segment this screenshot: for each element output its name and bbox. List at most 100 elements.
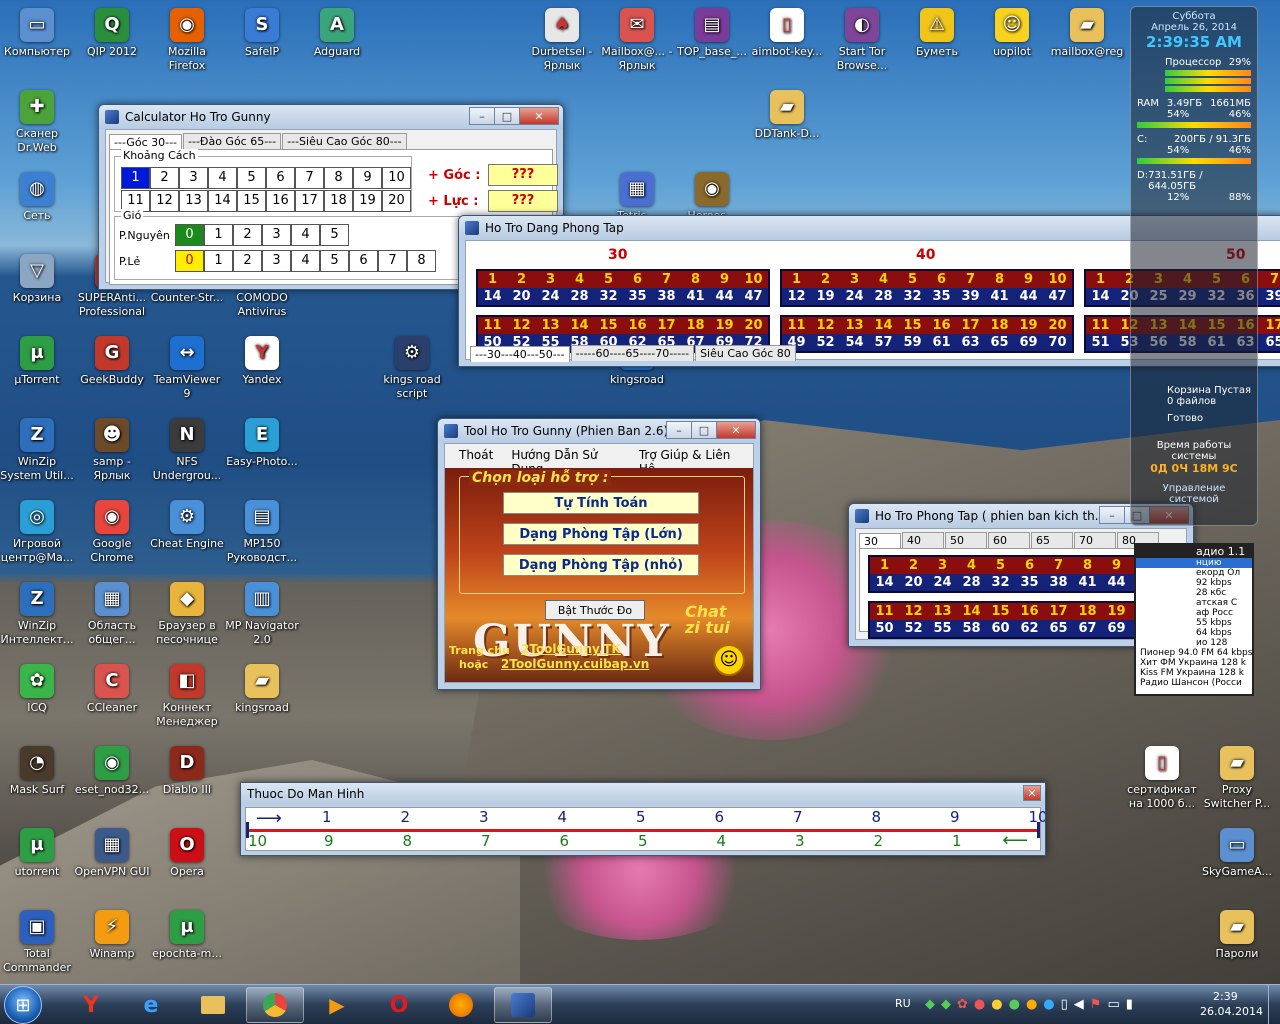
desktop-icon[interactable]: S SafeIP <box>224 8 300 59</box>
desktop-icon[interactable]: C CCleaner <box>74 664 150 715</box>
tray-app5-icon[interactable]: ● <box>1026 997 1037 1012</box>
desktop-icon[interactable]: ◉ Google Chrome <box>74 500 150 565</box>
distance-cell[interactable]: 2 <box>150 167 179 189</box>
maximize-button[interactable]: □ <box>494 107 520 125</box>
desktop-icon[interactable]: ▥ MP Navigator 2.0 <box>224 582 300 647</box>
wind-integer-cell[interactable]: 3 <box>262 224 291 246</box>
radio-station[interactable]: Хит ФМ Украина 128 k <box>1136 658 1252 668</box>
desktop-icon[interactable]: ▦ OpenVPN GUI <box>74 828 150 879</box>
desktop-icon[interactable]: ▣ Total Commander <box>0 910 75 975</box>
distance-cell[interactable]: 20 <box>382 190 411 212</box>
wind-decimal-cell[interactable]: 5 <box>320 250 349 272</box>
radio-station[interactable]: ио 128 <box>1136 638 1252 648</box>
distance-cell[interactable]: 15 <box>237 190 266 212</box>
tray-app2-icon[interactable]: ● <box>974 997 985 1012</box>
desktop-icon[interactable]: D Diablo III <box>149 746 225 797</box>
distance-cell[interactable]: 13 <box>179 190 208 212</box>
distance-cell[interactable]: 6 <box>266 167 295 189</box>
distance-cell[interactable]: 8 <box>324 167 353 189</box>
maximize-button[interactable]: □ <box>691 421 717 439</box>
desktop-icon[interactable]: ▭ Компьютер <box>0 8 75 59</box>
desktop-icon[interactable]: ✿ ICQ <box>0 664 75 715</box>
desktop-icon[interactable]: ▯ сертификат на 1000 б... <box>1124 746 1200 811</box>
desktop-icon[interactable]: ▽ Корзина <box>0 254 75 305</box>
minimize-button[interactable]: – <box>469 107 495 125</box>
bat-thuoc-do-button[interactable]: Bật Thước Đo <box>545 600 645 620</box>
show-desktop-button[interactable] <box>1268 985 1280 1024</box>
radio-station[interactable]: Радио Шансон (Росси <box>1136 678 1252 688</box>
wind-integer-cell[interactable]: 0 <box>175 224 204 246</box>
radio-station[interactable]: аф Росс <box>1136 608 1252 618</box>
desktop-icon[interactable]: µ epochta-m... <box>149 910 225 961</box>
radio-station[interactable]: Kiss FM Украина 128 k <box>1136 668 1252 678</box>
close-button[interactable]: ✕ <box>519 107 559 125</box>
desktop-icon[interactable]: ♠ Durbetsel - Ярлык <box>524 8 600 73</box>
desktop-icon[interactable]: ◍ Сеть <box>0 172 75 223</box>
radio-station-list[interactable]: нцию екорд Ол 92 kbps 28 кбс атская Саф Росс… <box>1136 558 1252 688</box>
tray-app3-icon[interactable]: ● <box>991 997 1002 1012</box>
calculator-titlebar[interactable]: Calculator Ho Tro Gunny – □ ✕ <box>99 105 563 129</box>
taskbar-opera[interactable]: O <box>370 987 428 1023</box>
close-button[interactable]: ✕ <box>1023 785 1041 801</box>
wind-decimal-cell[interactable]: 6 <box>349 250 378 272</box>
wind-decimal-cell[interactable]: 7 <box>378 250 407 272</box>
distance-cell[interactable]: 19 <box>353 190 382 212</box>
taskbar-chrome[interactable] <box>246 987 304 1023</box>
tab-60-65-70[interactable]: -----60----65----70----- <box>570 345 695 361</box>
tab-angle[interactable]: 60 <box>988 532 1030 548</box>
distance-cell[interactable]: 16 <box>266 190 295 212</box>
wind-decimal-cell[interactable]: 2 <box>233 250 262 272</box>
desktop-icon[interactable]: ⚙ kings road script <box>374 336 450 401</box>
tray-monitor-icon[interactable]: ▭ <box>1107 997 1119 1012</box>
tab-angle[interactable]: 70 <box>1074 532 1116 548</box>
distance-cell[interactable]: 1 <box>121 167 150 189</box>
tab-angle[interactable]: 50 <box>945 532 987 548</box>
taskbar-gunny-tool[interactable] <box>494 987 552 1023</box>
distance-cell[interactable]: 10 <box>382 167 411 189</box>
wind-decimal-cell[interactable]: 8 <box>407 250 436 272</box>
distance-cell[interactable]: 3 <box>179 167 208 189</box>
link-tk[interactable]: 2ToolGunny.TK <box>521 642 621 656</box>
tray-network-icon[interactable]: ▯ <box>1061 997 1068 1012</box>
desktop-icon[interactable]: ▰ mailbox@reg <box>1049 8 1125 59</box>
taskbar-yandex[interactable]: Y <box>62 987 120 1023</box>
tab-sieu-cao-80[interactable]: Siêu Cao Góc 80 <box>695 345 796 361</box>
desktop-icon[interactable]: ⚙ Cheat Engine <box>149 500 225 551</box>
link-cuibap[interactable]: 2ToolGunny.cuibap.vn <box>501 657 649 671</box>
tray-app6-icon[interactable]: ● <box>1043 997 1054 1012</box>
start-button[interactable]: ⊞ <box>4 986 42 1024</box>
wind-decimal-cell[interactable]: 3 <box>262 250 291 272</box>
desktop-icon[interactable]: ⚡ Winamp <box>74 910 150 961</box>
desktop-icon[interactable]: µ µTorrent <box>0 336 75 387</box>
distance-cell[interactable]: 12 <box>150 190 179 212</box>
desktop-icon[interactable]: N NFS Undergrou... <box>149 418 225 483</box>
distance-cell[interactable]: 7 <box>295 167 324 189</box>
wind-decimal-cell[interactable]: 1 <box>204 250 233 272</box>
desktop-icon[interactable]: E Easy-Photo... <box>224 418 300 469</box>
desktop-icon[interactable]: ◉ eset_nod32... <box>74 746 150 797</box>
distance-cell[interactable]: 18 <box>324 190 353 212</box>
desktop-icon[interactable]: ✉ Mailbox@... - Ярлык <box>599 8 675 73</box>
desktop-icon[interactable]: ◔ Mask Surf <box>0 746 75 797</box>
desktop-icon[interactable]: ✚ Сканер Dr.Web <box>0 90 75 155</box>
desktop-icon[interactable]: ⚠ Буметь <box>899 8 975 59</box>
desktop-icon[interactable]: ◆ Браузер в песочнице <box>149 582 225 647</box>
language-indicator[interactable]: RU <box>895 997 911 1010</box>
taskbar-media[interactable]: ▶ <box>308 987 366 1023</box>
tray-adguard-icon[interactable]: ◆ <box>941 997 951 1012</box>
distance-cell[interactable]: 5 <box>237 167 266 189</box>
minimize-button[interactable]: – <box>1099 506 1125 524</box>
tray-app-icon[interactable]: ✿ <box>957 997 968 1012</box>
tray-signal-icon[interactable]: ▮ <box>1126 997 1133 1012</box>
tray-flag-icon[interactable]: ⚑ <box>1090 997 1102 1012</box>
desktop-icon[interactable]: A Adguard <box>299 8 375 59</box>
desktop-icon[interactable]: ▰ Proxy Switcher P... <box>1199 746 1275 811</box>
distance-cell[interactable]: 9 <box>353 167 382 189</box>
desktop-icon[interactable]: ◐ Start Tor Browse... <box>824 8 900 73</box>
desktop-icon[interactable]: µ utorrent <box>0 828 75 879</box>
desktop-icon[interactable]: ▭ SkyGameA... <box>1199 828 1275 879</box>
wind-decimal-cell[interactable]: 4 <box>291 250 320 272</box>
desktop-icon[interactable]: Z WinZip Интеллект... <box>0 582 75 647</box>
desktop-icon[interactable]: O Opera <box>149 828 225 879</box>
radio-station[interactable]: 92 kbps <box>1136 578 1252 588</box>
